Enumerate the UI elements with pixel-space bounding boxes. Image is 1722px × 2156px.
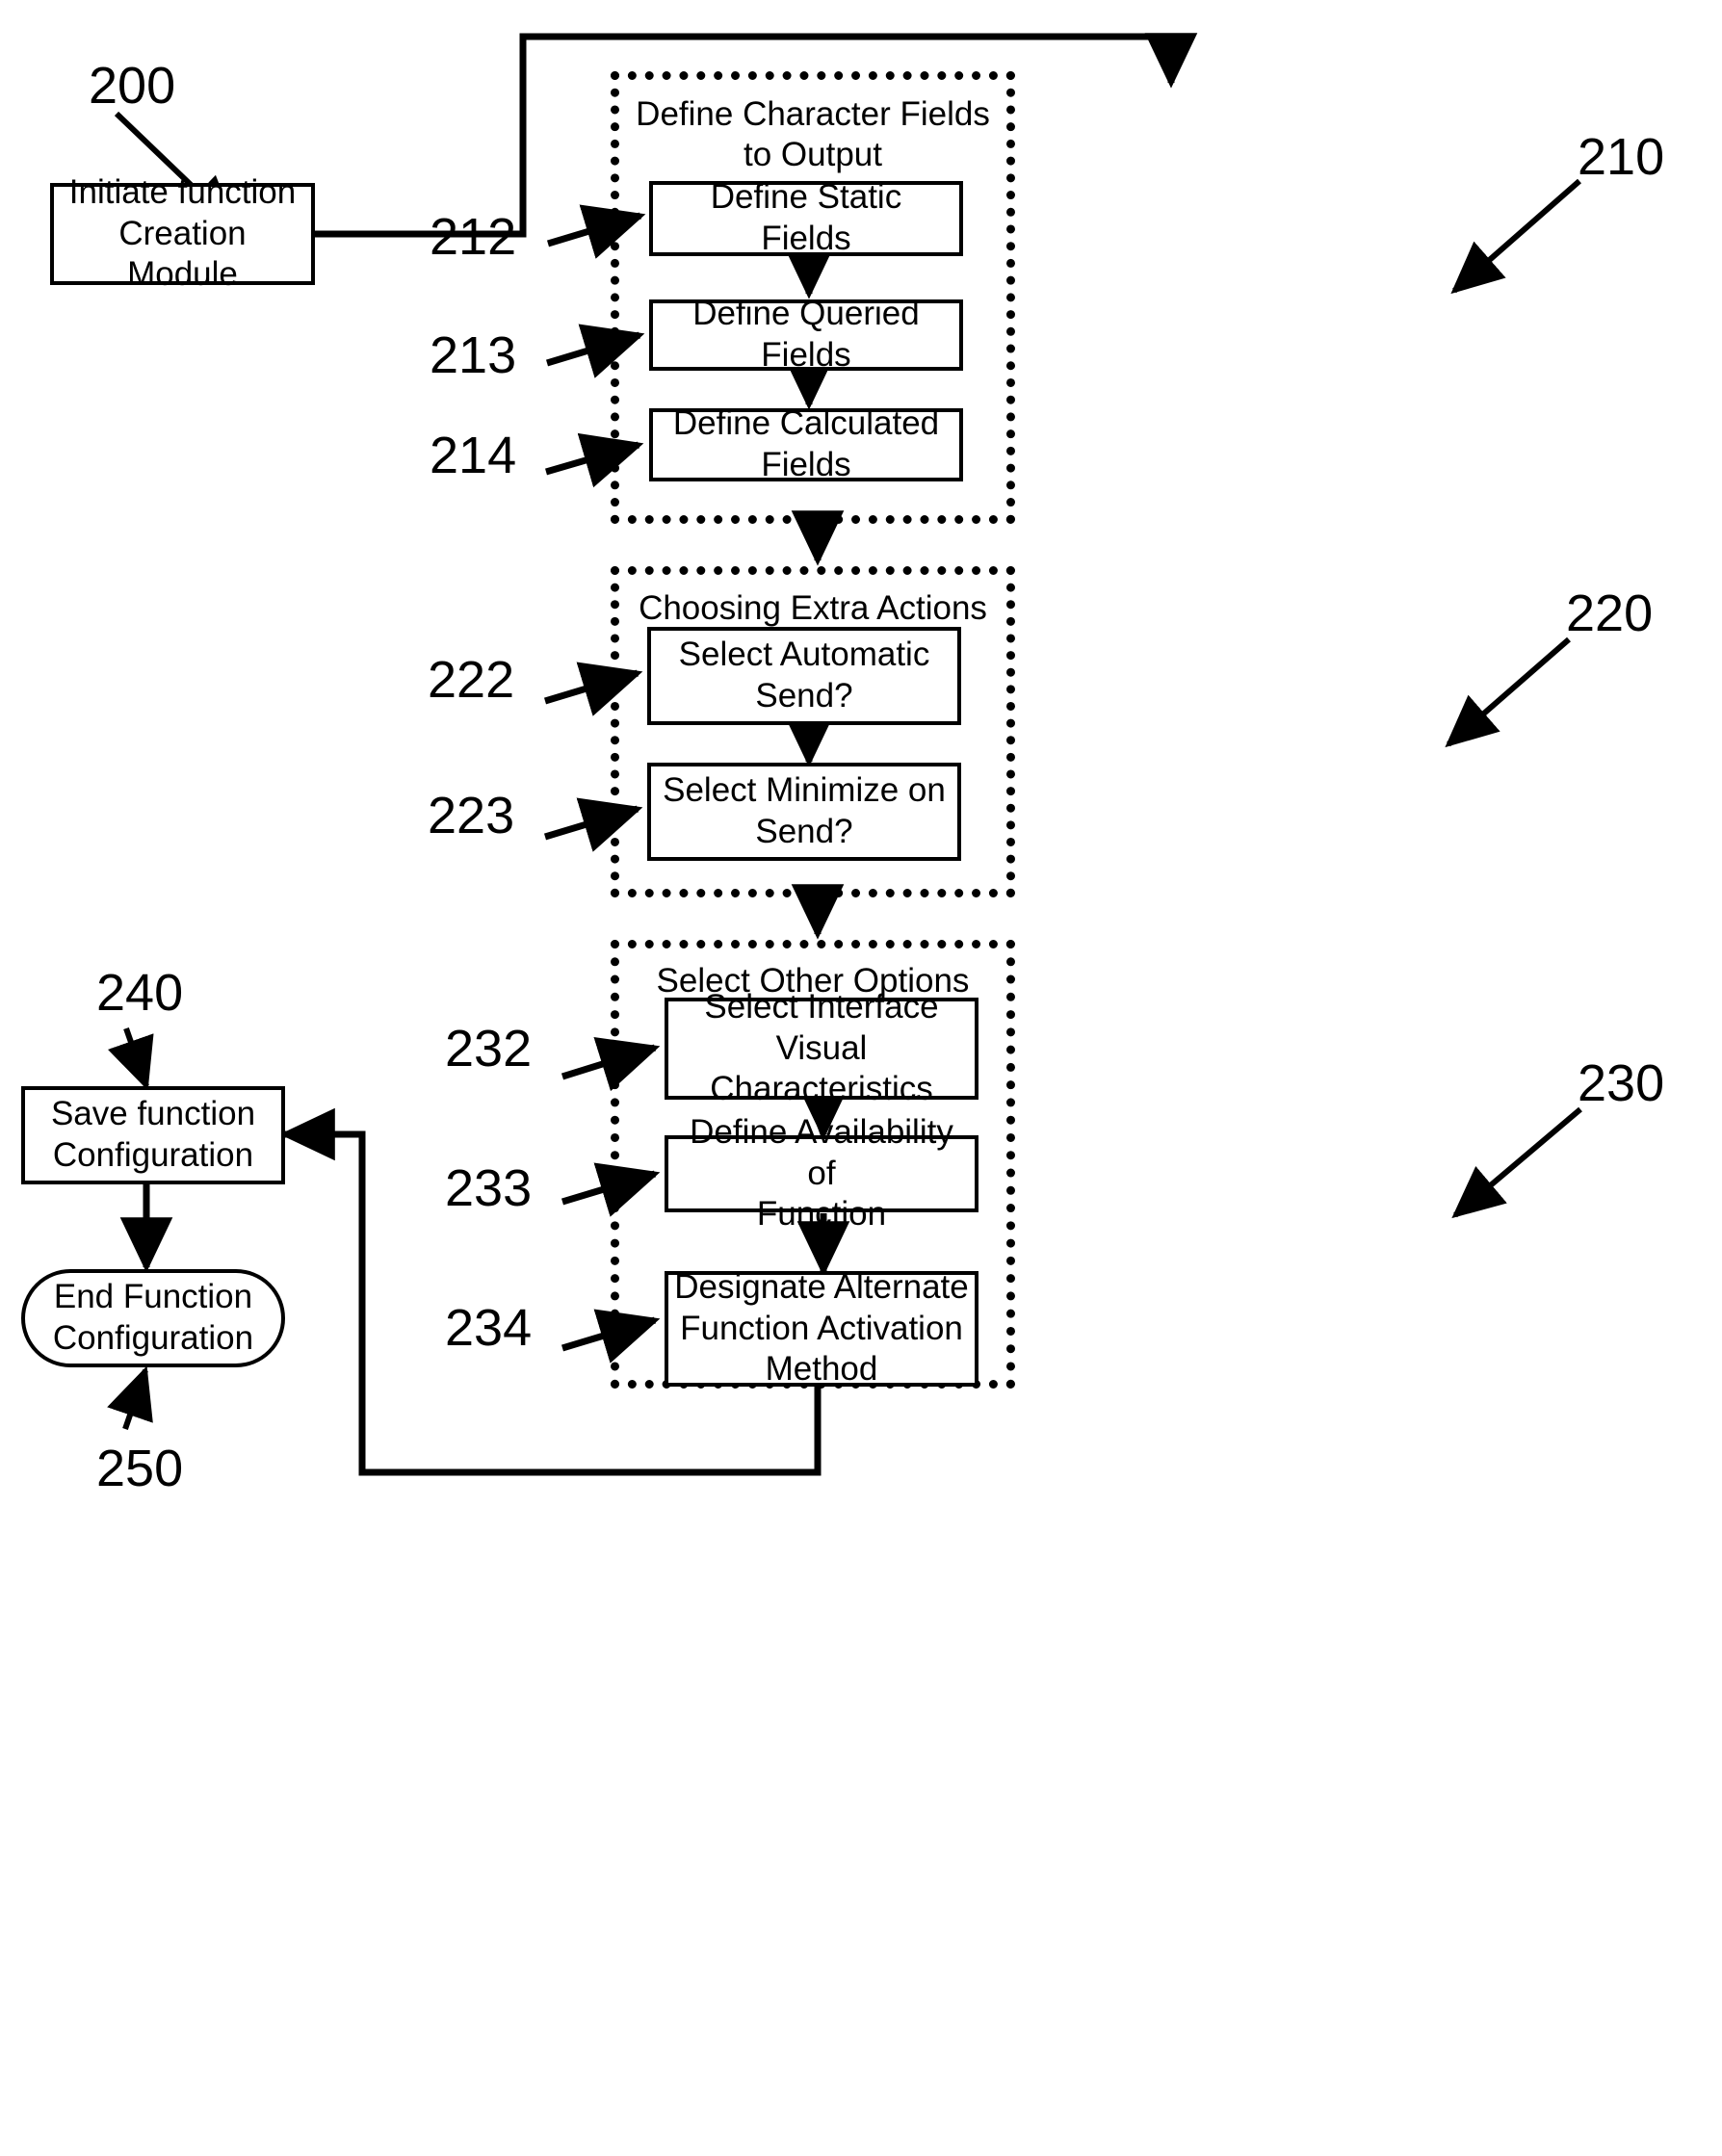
reference-numeral-223: 223 — [428, 787, 515, 844]
leader-arrow-220 — [1445, 636, 1571, 748]
leader-arrow-250 — [107, 1365, 153, 1430]
node-designate-alternate-function-activation-method[interactable]: Designate Alternate Function Activation … — [665, 1268, 978, 1388]
reference-numeral-232: 232 — [445, 1020, 533, 1078]
node-define-availability-of-function[interactable]: Define Availability of Function — [665, 1113, 978, 1233]
node-initiate-function-creation-module[interactable]: Initiate function Creation Module — [50, 173, 315, 293]
reference-numeral-213: 213 — [430, 326, 517, 384]
node-select-minimize-on-send[interactable]: Select Minimize on Send? — [647, 763, 961, 861]
group-210-title: Define Character Fields to Output — [636, 95, 990, 173]
reference-numeral-200: 200 — [89, 57, 176, 115]
flowchart-canvas: Define Character Fields to Output Define… — [0, 0, 1722, 2156]
reference-numeral-233: 233 — [445, 1159, 533, 1217]
node-select-interface-visual-characteristics[interactable]: Select Interface Visual Characteristics — [665, 988, 978, 1107]
reference-numeral-214: 214 — [430, 427, 517, 484]
node-define-queried-fields[interactable]: Define Queried Fields — [649, 295, 963, 374]
node-end-function-configuration[interactable]: End Function Configuration — [21, 1269, 285, 1367]
reference-numeral-240: 240 — [96, 964, 184, 1022]
reference-numeral-234: 234 — [445, 1299, 533, 1357]
node-select-automatic-send[interactable]: Select Automatic Send? — [647, 627, 961, 725]
reference-numeral-222: 222 — [428, 651, 515, 709]
leader-arrow-240 — [107, 1027, 154, 1091]
reference-numeral-230: 230 — [1578, 1054, 1665, 1112]
leader-arrow-230 — [1451, 1106, 1582, 1219]
reference-numeral-220: 220 — [1566, 584, 1654, 642]
node-define-static-fields[interactable]: Define Static Fields — [649, 178, 963, 257]
leader-arrow-210 — [1450, 178, 1581, 295]
node-define-calculated-fields[interactable]: Define Calculated Fields — [649, 404, 963, 483]
reference-numeral-210: 210 — [1578, 128, 1665, 186]
reference-numeral-212: 212 — [430, 208, 517, 266]
group-220-title: Choosing Extra Actions — [639, 589, 987, 627]
reference-numeral-250: 250 — [96, 1440, 184, 1497]
node-save-function-configuration[interactable]: Save function Configuration — [21, 1086, 285, 1184]
